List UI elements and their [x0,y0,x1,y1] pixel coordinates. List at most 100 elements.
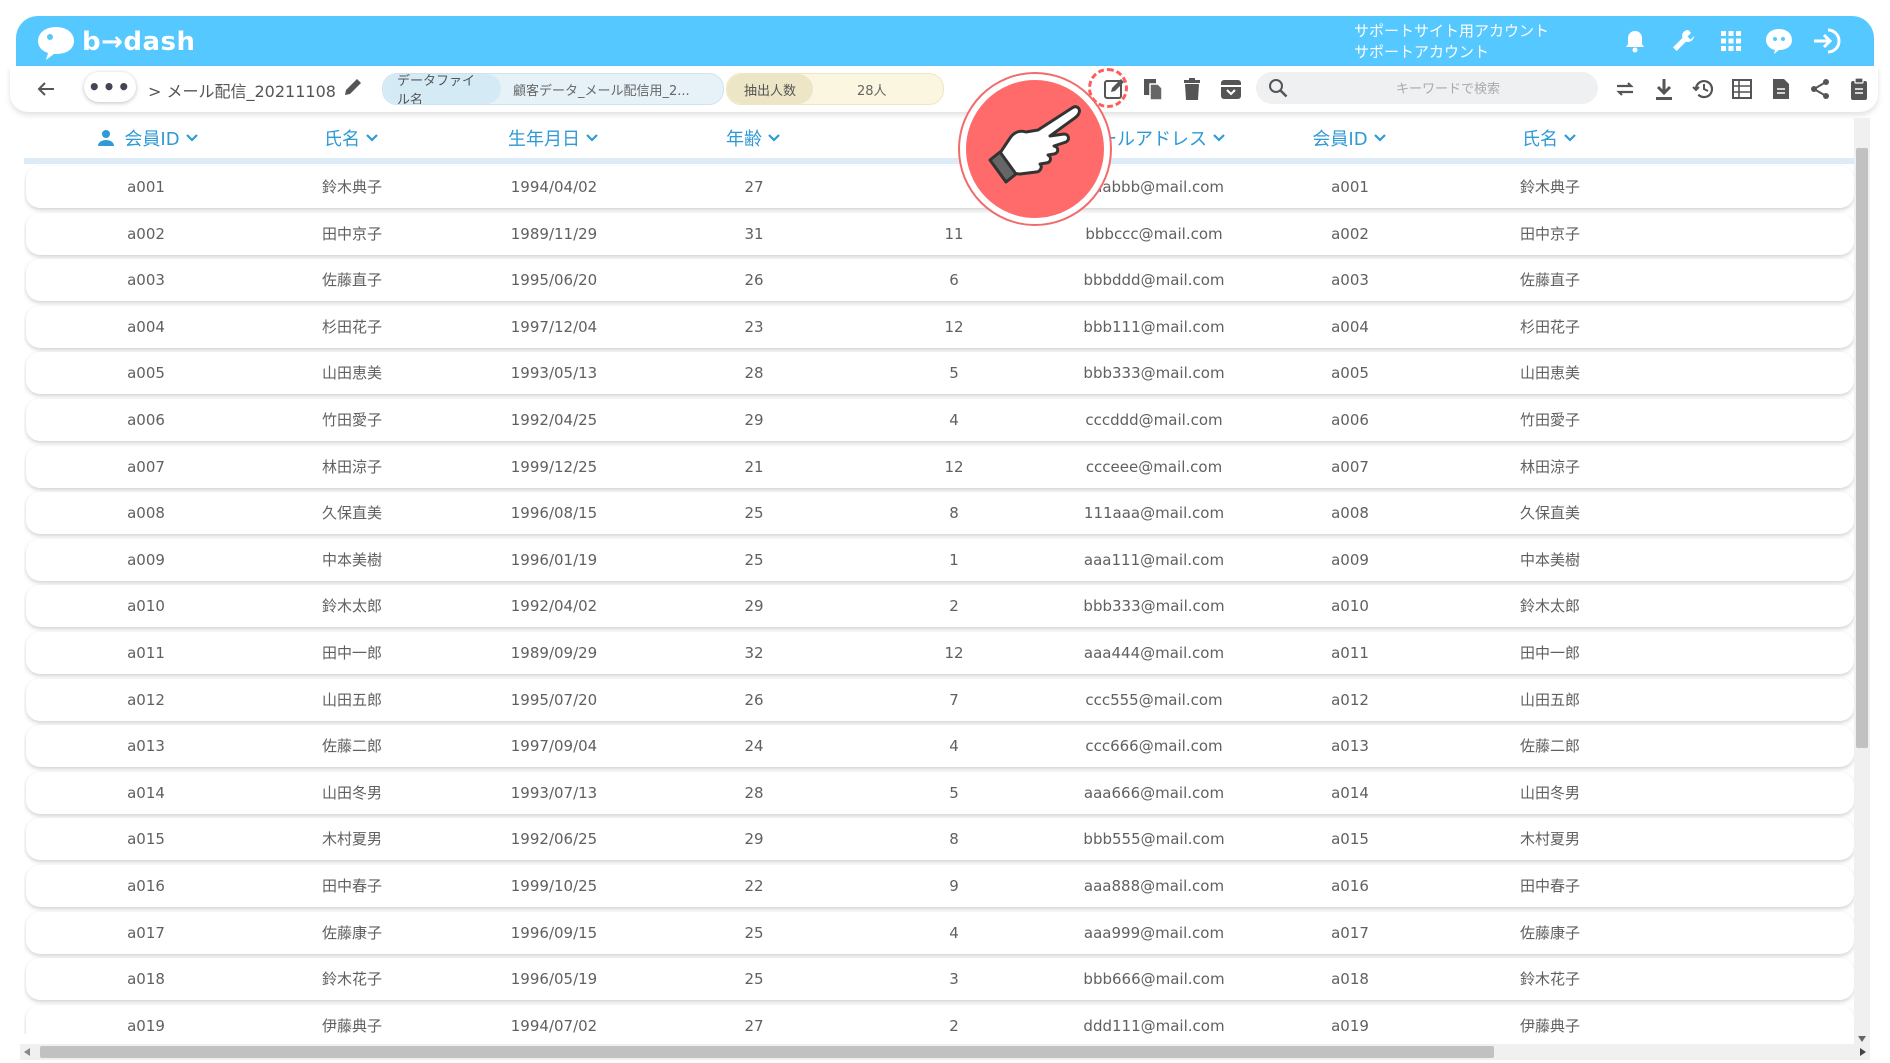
table-cell: a016 [1331,877,1369,895]
copy-icon[interactable] [1139,75,1167,103]
table-cell: bbb555@mail.com [1083,830,1225,849]
table-cell: 鈴木典子 [1519,178,1580,196]
table-cell: 1999/10/25 [510,877,598,895]
scroll-down-arrow-icon[interactable] [1858,1036,1866,1042]
archive-icon[interactable] [1217,75,1245,103]
chevron-down-icon[interactable] [364,130,380,146]
vertical-scroll-thumb[interactable] [1856,148,1868,748]
table-row[interactable]: a003 佐藤直子 1995/06/20 26 6 bbbddd@mail.com a003… [26,259,1854,302]
chevron-down-icon[interactable] [1211,130,1227,146]
search-box[interactable] [1256,72,1598,104]
back-arrow-icon[interactable] [34,77,58,101]
table-cell: 1993/07/13 [510,783,598,802]
table-cell: 中本美樹 [321,550,382,569]
column-header-2[interactable]: 氏名 [262,124,442,152]
document-icon[interactable] [1766,74,1796,104]
data-file-label: データファイル名 [383,74,501,104]
table-row[interactable]: a013 佐藤二郎 1997/09/04 24 4 ccc666@mail.com a013… [26,725,1854,768]
table-row[interactable]: a006 竹田愛子 1992/04/25 29 4 cccddd@mail.com a006… [26,399,1854,441]
more-button[interactable]: ••• [84,72,136,102]
table-row[interactable]: a004 杉田花子 1997/12/04 23 12 bbb111@mail.com a00… [26,305,1854,348]
table-cell: 3 [949,970,959,989]
bell-icon[interactable] [1618,24,1652,58]
account-info[interactable]: サポートサイト用アカウント サポートアカウント [1354,21,1549,63]
chevron-down-icon[interactable] [1372,130,1388,146]
grid-icon[interactable] [1714,24,1748,58]
table-row[interactable]: a008 久保直美 1996/08/15 25 8 111aaa@mail.com a008… [26,492,1854,535]
horizontal-scroll-thumb[interactable] [40,1046,1494,1058]
table-row[interactable]: a005 山田恵美 1993/05/13 28 5 bbb333@mail.com a005… [26,352,1854,395]
table-cell: 8 [949,830,959,849]
chevron-down-icon[interactable] [184,130,200,146]
share-icon[interactable] [1805,74,1835,104]
wrench-icon[interactable] [1666,24,1700,58]
table-row[interactable]: a016 田中春子 1999/10/25 22 9 aaa888@mail.com a016… [26,865,1854,907]
table-cell: 佐藤直子 [1519,271,1580,290]
table-cell: 佐藤二郎 [321,737,382,756]
table-row[interactable]: a019 伊藤典子 1994/07/02 27 2 ddd111@mail.com a019… [26,1004,1854,1034]
chevron-down-icon[interactable] [1562,130,1578,146]
pencil-icon[interactable] [342,76,366,100]
table-row[interactable]: a017 佐藤康子 1996/09/15 25 4 aaa999@mail.com a017… [26,911,1854,954]
table-row[interactable]: a015 木村夏男 1992/06/25 29 8 bbb555@mail.com a015… [26,818,1854,861]
table-cell: 鈴木花子 [321,970,382,989]
table-cell: 24 [744,737,764,756]
vertical-scrollbar[interactable] [1854,118,1870,1044]
table-cell: 木村夏男 [321,830,382,849]
table-row[interactable]: a010 鈴木太郎 1992/04/02 29 2 bbb333@mail.com a010… [26,585,1854,628]
table-cell: 2 [949,597,959,616]
column-header-3[interactable]: 生年月日 [454,124,654,152]
table-cell: a013 [127,737,165,756]
table-cell: 1989/11/29 [510,224,598,243]
logo-text: b→dash [82,27,196,57]
sync-icon[interactable] [1610,74,1640,104]
table-cell: a012 [1331,690,1369,709]
download-icon[interactable] [1649,74,1679,104]
chevron-down-icon[interactable] [584,130,600,146]
top-header-bar: b→dash サポートサイト用アカウント サポートアカウント [16,16,1874,66]
account-line-2: サポートアカウント [1354,43,1490,61]
pointing-hand-icon [988,105,1081,184]
table-cell: 26 [744,690,764,709]
table-row[interactable]: a012 山田五郎 1995/07/20 26 7 ccc555@mail.com a012… [26,678,1854,721]
column-header-4[interactable]: 年齢 [694,124,814,152]
table-cell: a005 [127,364,165,383]
scroll-right-arrow-icon[interactable] [1860,1048,1866,1056]
table-row[interactable]: a007 林田涼子 1999/12/25 21 12 ccceee@mail.com a00… [26,445,1854,488]
table-cell: 25 [744,550,764,569]
table-row[interactable]: a002 田中京子 1989/11/29 31 11 bbbccc@mail.com a00… [26,212,1854,255]
table-cell: 1997/09/04 [510,737,598,756]
chat-robot-icon[interactable] [1762,24,1796,58]
search-input[interactable] [1306,76,1590,102]
delete-icon[interactable] [1178,75,1206,103]
table-cell: 25 [744,970,764,989]
table-row[interactable]: a014 山田冬男 1993/07/13 28 5 aaa666@mail.com a014… [26,771,1854,814]
table-cell: 1992/04/02 [510,597,598,616]
table-cell: 25 [744,504,764,523]
scroll-left-arrow-icon[interactable] [24,1048,30,1056]
table-cell: 佐藤康子 [321,923,382,942]
table-cell: bbb666@mail.com [1083,970,1225,989]
table-cell: 29 [744,411,764,429]
column-header-7[interactable]: 会員ID [1260,124,1440,152]
table-row[interactable]: a018 鈴木花子 1996/05/19 25 3 bbb666@mail.com a018… [26,958,1854,1001]
table-cell: a002 [127,224,165,243]
table-cell: 8 [949,504,959,523]
table-cell: a003 [1331,271,1369,290]
data-file-pill[interactable]: データファイル名 顧客データ_メール配信用_2... [382,73,724,105]
table-row[interactable]: a011 田中一郎 1989/09/29 32 12 aaa444@mail.com a01… [26,632,1854,674]
column-header-8[interactable]: 氏名 [1460,124,1640,152]
table-row[interactable]: a001 鈴木典子 1994/04/02 27 aaabbb@mail.com a001 鈴… [26,166,1854,208]
horizontal-scrollbar[interactable] [20,1044,1870,1060]
logout-icon[interactable] [1810,24,1844,58]
table-row[interactable]: a009 中本美樹 1996/01/19 25 1 aaa111@mail.com a009… [26,538,1854,581]
table-cell: 久保直美 [321,504,382,523]
column-header-1[interactable]: 会員ID [46,124,246,152]
table-cell: a003 [127,271,165,290]
b-dash-logo[interactable]: b→dash [36,22,196,62]
chevron-down-icon[interactable] [766,130,782,146]
clipboard-icon[interactable] [1844,74,1874,104]
history-icon[interactable] [1688,74,1718,104]
table-cell: a011 [127,644,165,662]
table-view-icon[interactable] [1727,74,1757,104]
